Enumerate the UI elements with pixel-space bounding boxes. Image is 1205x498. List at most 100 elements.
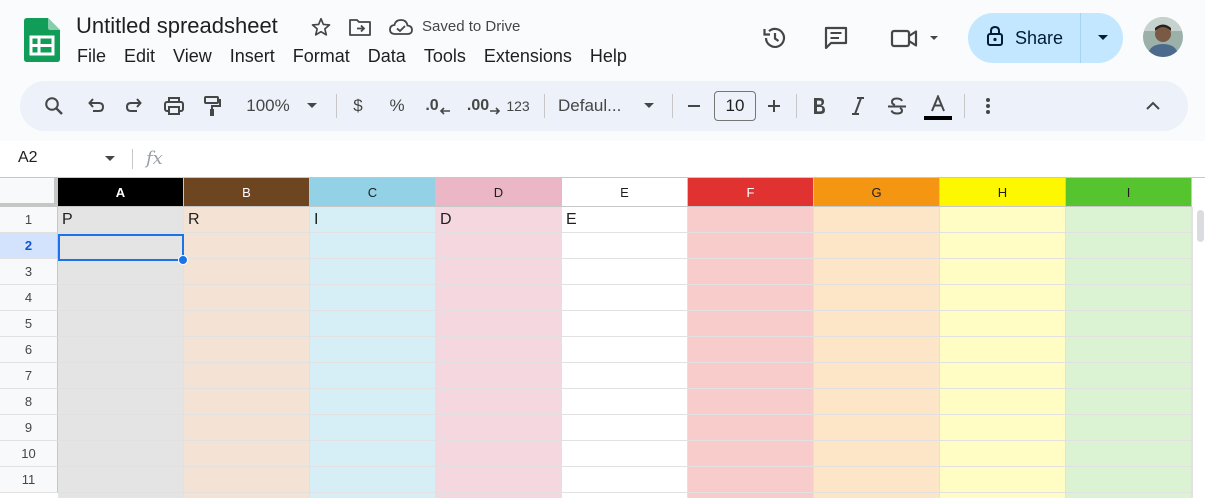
toolbar-divider [672,94,673,118]
format-currency-button[interactable]: $ [346,81,370,131]
column-b-cells[interactable] [184,207,310,498]
italic-icon[interactable] [845,81,871,131]
menu-data[interactable]: Data [359,44,415,70]
name-box[interactable]: A2 [18,149,38,167]
more-options-icon[interactable] [976,81,1000,131]
saved-status[interactable]: Saved to Drive [422,18,520,35]
column-header-e[interactable]: E [562,178,688,207]
row-gridline [58,440,1192,441]
formula-input[interactable] [182,147,1182,171]
cell-d1[interactable]: D [440,211,452,229]
cell-b1[interactable]: R [188,211,200,229]
row-header-10[interactable]: 10 [0,441,58,467]
menu-help[interactable]: Help [581,44,636,70]
version-history-icon[interactable] [757,20,793,56]
row-gridline [58,492,1192,493]
menu-format[interactable]: Format [284,44,359,70]
meet-video-icon[interactable] [884,20,944,56]
cell-e1[interactable]: E [566,211,577,229]
row-header-1[interactable]: 1 [0,207,58,233]
comments-icon[interactable] [818,20,854,56]
arrow-left-icon [439,107,450,115]
font-chevron-down-icon[interactable] [638,81,660,131]
lock-icon [985,24,1005,53]
row-header-6[interactable]: 6 [0,337,58,363]
menu-edit[interactable]: Edit [115,44,164,70]
select-all-corner[interactable] [0,178,58,207]
share-options-button[interactable] [1082,13,1123,63]
collapse-menus-icon[interactable] [1140,81,1166,131]
column-c-cells[interactable] [310,207,436,498]
column-e-cells[interactable] [562,207,688,498]
row-header-7[interactable]: 7 [0,363,58,389]
column-header-a[interactable]: A [58,178,184,207]
bold-icon[interactable] [806,81,832,131]
fx-icon: fx [146,148,163,169]
decrease-font-size-icon[interactable] [682,81,706,131]
column-f-cells[interactable] [688,207,814,498]
cell-a1[interactable]: P [62,211,73,229]
cloud-saved-icon[interactable] [388,15,414,39]
row-header-9[interactable]: 9 [0,415,58,441]
column-header-c[interactable]: C [310,178,436,207]
formula-bar: A2 fx [0,141,1205,177]
sheets-logo-icon[interactable] [24,18,60,62]
more-formats-button[interactable]: 123 [502,81,534,131]
move-to-folder-icon[interactable] [348,15,372,39]
text-color-icon[interactable] [922,81,954,131]
print-icon[interactable] [158,81,190,131]
row-header-8[interactable]: 8 [0,389,58,415]
toolbar-divider [964,94,965,118]
menu-extensions[interactable]: Extensions [475,44,581,70]
increase-decimal-button[interactable]: .00 [464,81,504,131]
row-gridline [58,466,1192,467]
fill-handle[interactable] [178,255,188,265]
zoom-chevron-down-icon[interactable] [300,81,324,131]
increase-font-size-icon[interactable] [762,81,786,131]
text-color-swatch [924,115,952,120]
menu-tools[interactable]: Tools [415,44,475,70]
active-cell-a2[interactable] [58,234,184,261]
paint-format-icon[interactable] [196,81,228,131]
cell-c1[interactable]: I [314,211,318,229]
row-header-5[interactable]: 5 [0,311,58,337]
column-header-d[interactable]: D [436,178,562,207]
row-header-4[interactable]: 4 [0,285,58,311]
column-i-cells[interactable] [1066,207,1192,498]
row-gridline [58,310,1192,311]
menu-insert[interactable]: Insert [221,44,284,70]
row-header-3[interactable]: 3 [0,259,58,285]
avatar[interactable] [1143,17,1183,57]
scrollbar-thumb[interactable] [1197,210,1204,242]
font-size-input[interactable]: 10 [714,91,756,121]
decrease-decimal-label: .0 [425,97,439,114]
name-box-chevron-down-icon[interactable] [104,151,116,169]
sheet-grid: A B C D E F G H I 1 2 3 4 5 6 7 8 9 10 11 P R I D E [0,177,1205,498]
column-header-b[interactable]: B [184,178,310,207]
menu-view[interactable]: View [164,44,221,70]
row-header-2[interactable]: 2 [0,233,58,259]
column-header-i[interactable]: I [1066,178,1192,207]
column-header-h[interactable]: H [940,178,1066,207]
vertical-scrollbar[interactable] [1192,207,1205,498]
column-header-f[interactable]: F [688,178,814,207]
column-header-g[interactable]: G [814,178,940,207]
column-g-cells[interactable] [814,207,940,498]
increase-decimal-label: .00 [466,97,490,114]
zoom-select[interactable]: 100% [242,81,294,131]
format-percent-button[interactable]: % [385,81,409,131]
font-select[interactable]: Defaul... [558,81,636,131]
search-menus-icon[interactable] [38,81,70,131]
redo-icon[interactable] [118,81,150,131]
menu-bar: File Edit View Insert Format Data Tools … [68,44,636,70]
column-h-cells[interactable] [940,207,1066,498]
undo-icon[interactable] [80,81,112,131]
share-button[interactable]: Share [968,13,1081,63]
document-title[interactable]: Untitled spreadsheet [76,13,278,39]
star-icon[interactable] [309,15,333,39]
row-header-11[interactable]: 11 [0,467,58,493]
strikethrough-icon[interactable] [884,81,910,131]
decrease-decimal-button[interactable]: .0 [420,81,456,131]
menu-file[interactable]: File [68,44,115,70]
column-d-cells[interactable] [436,207,562,498]
